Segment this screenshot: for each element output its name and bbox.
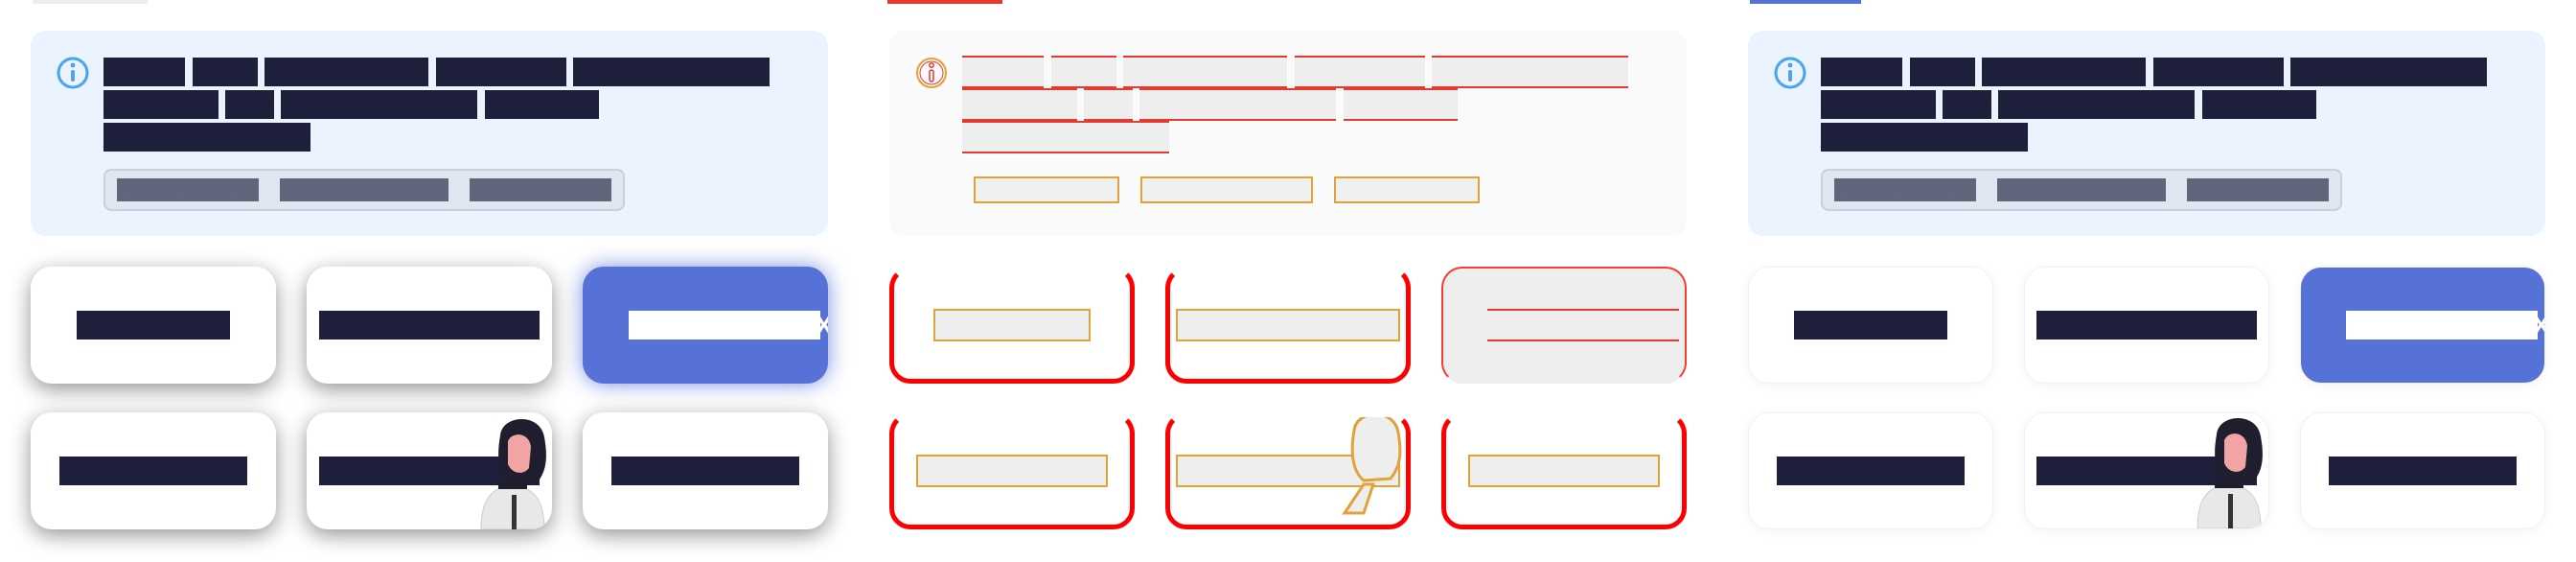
option-tile[interactable]: XXXXXXXXX xyxy=(889,267,1135,384)
option-label: XXXXXXXXXXXXX xyxy=(1175,455,1401,487)
info-icon xyxy=(57,57,89,89)
option-label: XXXXXXXXXXXXX xyxy=(2036,311,2258,340)
option-grid: XXXXXXXXX XXXXXXXXXXXXX XXXXXXXXXXXXX XX… xyxy=(889,267,1687,529)
option-label: XXXXXXXXXXX xyxy=(611,457,799,485)
option-label: XXXXXXXXXXXXX xyxy=(1175,309,1401,341)
option-label: XXXXXXXXXXX xyxy=(1468,455,1660,487)
chip[interactable]: XXXXXXXXXXXX xyxy=(280,178,449,201)
info-alert: XXXXX XXXX XXXXXXXXXX XXXXXXXX XXXXXXXXX… xyxy=(31,31,828,236)
option-label: XXXXXXXXXXXXX xyxy=(318,457,540,485)
option-tile-selected[interactable]: XXXXXXXXXXXXX xyxy=(583,267,828,384)
top-accent-bar xyxy=(1750,0,1861,4)
option-tile[interactable]: XXXXXXXXXXXXX xyxy=(2024,412,2269,529)
option-label: XXXXXXXXXXXXX xyxy=(1487,309,1687,341)
chip-group: XXXXXXXXXX XXXXXXXXXXXX XXXXXXXXXX xyxy=(104,169,626,211)
info-alert: XXXXX XXXX XXXXXXXXXX XXXXXXXX XXXXXXXXX… xyxy=(1748,31,2545,236)
option-grid: XXXXXXXXX XXXXXXXXXXXXX XXXXXXXXXXXXX XX… xyxy=(31,267,828,529)
option-label: XXXXXXXXXXX xyxy=(916,455,1108,487)
option-tile[interactable]: XXXXXXXXXXX xyxy=(2300,412,2545,529)
diff-panel-middle: XXXXX XXXX XXXXXXXXXX XXXXXXXX XXXXXXXXX… xyxy=(859,0,1717,562)
chip[interactable]: XXXXXXXXXXXX xyxy=(1140,176,1314,203)
chip[interactable]: XXXXXXXXXX xyxy=(117,178,260,201)
alert-message: XXXXX XXXX XXXXXXXXXX XXXXXXXX XXXXXXXXX… xyxy=(962,56,1690,153)
alert-message: XXXXX XXXX XXXXXXXXXX XXXXXXXX XXXXXXXXX… xyxy=(1821,58,2488,152)
info-icon xyxy=(916,58,947,88)
chip[interactable]: XXXXXXXXXX xyxy=(974,176,1120,203)
option-label: XXXXXXXXXXXXX xyxy=(2346,311,2545,340)
chip[interactable]: XXXXXXXXXX xyxy=(1334,176,1481,203)
option-tile[interactable]: XXXXXXXXXXX xyxy=(1748,412,1993,529)
option-label: XXXXXXXXXXXXX xyxy=(2036,457,2258,485)
option-label: XXXXXXXXXXX xyxy=(59,457,247,485)
option-tile[interactable]: XXXXXXXXXXX xyxy=(889,412,1135,529)
option-tile-selected[interactable]: XXXXXXXXXXXXX xyxy=(2300,267,2545,384)
chip[interactable]: XXXXXXXXXXXX xyxy=(1997,178,2167,201)
option-tile[interactable]: XXXXXXXXXXX xyxy=(583,412,828,529)
option-tile[interactable]: XXXXXXXXXXXXX xyxy=(1165,412,1411,529)
top-accent-bar xyxy=(33,0,148,4)
option-tile[interactable]: XXXXXXXXXXX xyxy=(31,412,276,529)
option-tile[interactable]: XXXXXXXXXXXXX xyxy=(307,412,552,529)
chip[interactable]: XXXXXXXXXX xyxy=(1834,178,1977,201)
option-label: XXXXXXXXXXX xyxy=(1777,457,1965,485)
option-label: XXXXXXXXXXXXX xyxy=(629,311,828,340)
render-panel-left: XXXXX XXXX XXXXXXXXXX XXXXXXXX XXXXXXXXX… xyxy=(0,0,859,562)
info-alert: XXXXX XXXX XXXXXXXXXX XXXXXXXX XXXXXXXXX… xyxy=(889,31,1687,236)
chip[interactable]: XXXXXXXXXX xyxy=(2187,178,2330,201)
option-tile[interactable]: XXXXXXXXXXX xyxy=(1441,412,1687,529)
option-tile[interactable]: XXXXXXXXXXXXX xyxy=(307,267,552,384)
option-tile-selected[interactable]: XXXXXXXXXXXXX xyxy=(1441,267,1687,384)
option-label: XXXXXXXXX xyxy=(77,311,230,340)
top-accent-bar xyxy=(887,0,1002,4)
option-tile[interactable]: XXXXXXXXX xyxy=(1748,267,1993,384)
option-tile[interactable]: XXXXXXXXXXXXX xyxy=(2024,267,2269,384)
option-label: XXXXXXXXX xyxy=(933,309,1091,341)
chip-group: XXXXXXXXXX XXXXXXXXXXXX XXXXXXXXXX xyxy=(962,169,1491,211)
option-tile[interactable]: XXXXXXXXX xyxy=(31,267,276,384)
option-tile[interactable]: XXXXXXXXXXXXX xyxy=(1165,267,1411,384)
alert-message: XXXXX XXXX XXXXXXXXXX XXXXXXXX XXXXXXXXX… xyxy=(104,58,770,152)
info-icon xyxy=(1774,57,1806,89)
render-panel-right: XXXXX XXXX XXXXXXXXXX XXXXXXXX XXXXXXXXX… xyxy=(1717,0,2576,562)
option-label: XXXXXXXXX xyxy=(1794,311,1947,340)
chip-group: XXXXXXXXXX XXXXXXXXXXXX XXXXXXXXXX xyxy=(1821,169,2343,211)
option-label: XXXXXXXXXXX xyxy=(2329,457,2517,485)
chip[interactable]: XXXXXXXXXX xyxy=(470,178,612,201)
option-grid: XXXXXXXXX XXXXXXXXXXXXX XXXXXXXXXXXXX XX… xyxy=(1748,267,2545,529)
option-label: XXXXXXXXXXXXX xyxy=(318,311,540,340)
